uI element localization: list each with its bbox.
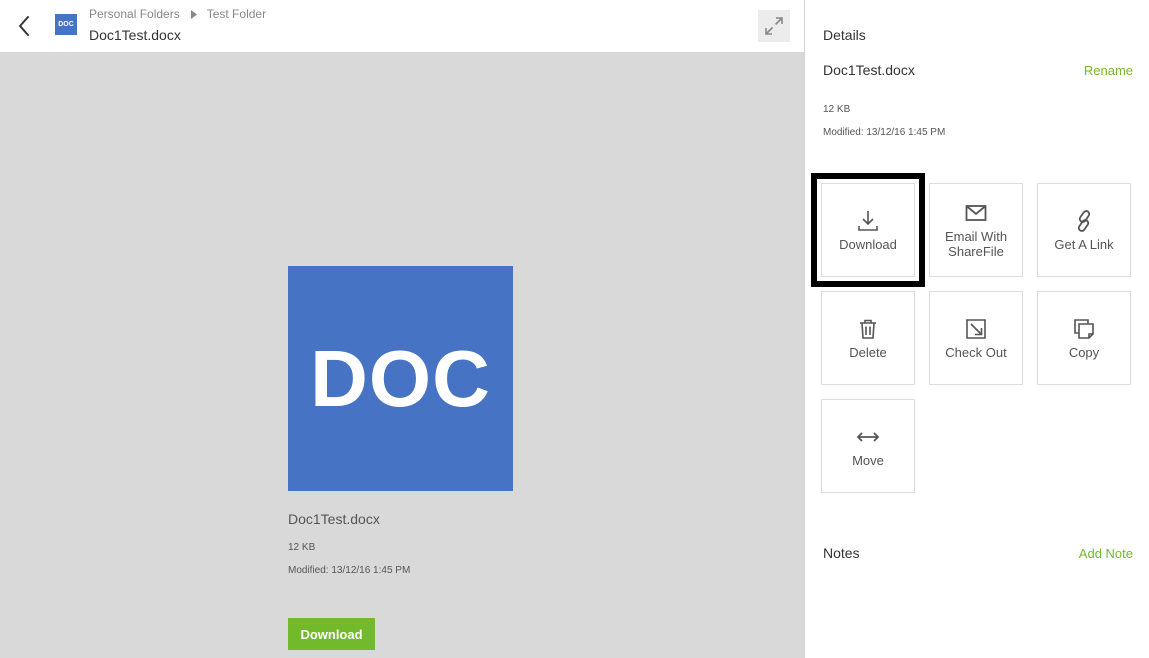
preview-pane: DOC Personal Folders Test Folder Doc1Tes…: [0, 0, 804, 658]
link-icon: [1077, 209, 1091, 232]
notes-heading: Notes: [823, 545, 860, 561]
check-out-icon: [966, 318, 986, 339]
copy-action-label: Copy: [1068, 344, 1100, 360]
email-action-label: Email With ShareFile: [944, 229, 1008, 259]
add-note-link[interactable]: Add Note: [1079, 546, 1133, 561]
get-link-action-label: Get A Link: [1054, 236, 1114, 252]
preview-modified-date: Modified: 13/12/16 1:45 PM: [288, 565, 411, 576]
copy-icon: [1074, 318, 1094, 339]
check-out-button[interactable]: Check Out: [929, 291, 1023, 385]
move-action-label: Move: [852, 452, 884, 468]
doc-preview-thumbnail: DOC: [288, 266, 513, 491]
breadcrumb: Personal Folders Test Folder: [89, 7, 266, 21]
page-title: Doc1Test.docx: [89, 27, 181, 43]
delete-button[interactable]: Delete: [821, 291, 915, 385]
preview-file-name: Doc1Test.docx: [288, 511, 380, 527]
chevron-left-icon: [19, 16, 29, 36]
download-action-button[interactable]: Download: [811, 173, 925, 287]
delete-action-label: Delete: [849, 344, 887, 360]
download-action-label: Download: [839, 236, 897, 252]
move-arrows-icon: [856, 431, 880, 442]
email-with-sharefile-button[interactable]: Email With ShareFile: [929, 183, 1023, 277]
details-file-size: 12 KB: [823, 104, 851, 115]
envelope-icon: [965, 205, 987, 221]
breadcrumb-personal-folders[interactable]: Personal Folders: [89, 7, 180, 21]
expand-button[interactable]: [758, 10, 790, 42]
breadcrumb-separator-icon: [190, 9, 197, 19]
doc-file-icon: DOC: [55, 14, 77, 35]
download-icon: [858, 210, 878, 231]
details-panel: Details Doc1Test.docx Rename 12 KB Modif…: [805, 0, 1149, 658]
get-a-link-button[interactable]: Get A Link: [1037, 183, 1131, 277]
breadcrumb-test-folder[interactable]: Test Folder: [207, 7, 266, 21]
details-file-name: Doc1Test.docx: [823, 62, 915, 78]
copy-button[interactable]: Copy: [1037, 291, 1131, 385]
details-modified-date: Modified: 13/12/16 1:45 PM: [823, 127, 946, 138]
preview-file-size: 12 KB: [288, 542, 316, 553]
trash-icon: [860, 319, 876, 339]
move-button[interactable]: Move: [821, 399, 915, 493]
preview-download-button[interactable]: Download: [288, 618, 375, 650]
expand-icon: [765, 17, 783, 35]
details-heading: Details: [823, 27, 866, 43]
check-out-action-label: Check Out: [945, 344, 1007, 360]
file-header-bar: DOC Personal Folders Test Folder Doc1Tes…: [0, 0, 804, 53]
rename-link[interactable]: Rename: [1084, 63, 1133, 78]
back-button[interactable]: [12, 12, 36, 40]
